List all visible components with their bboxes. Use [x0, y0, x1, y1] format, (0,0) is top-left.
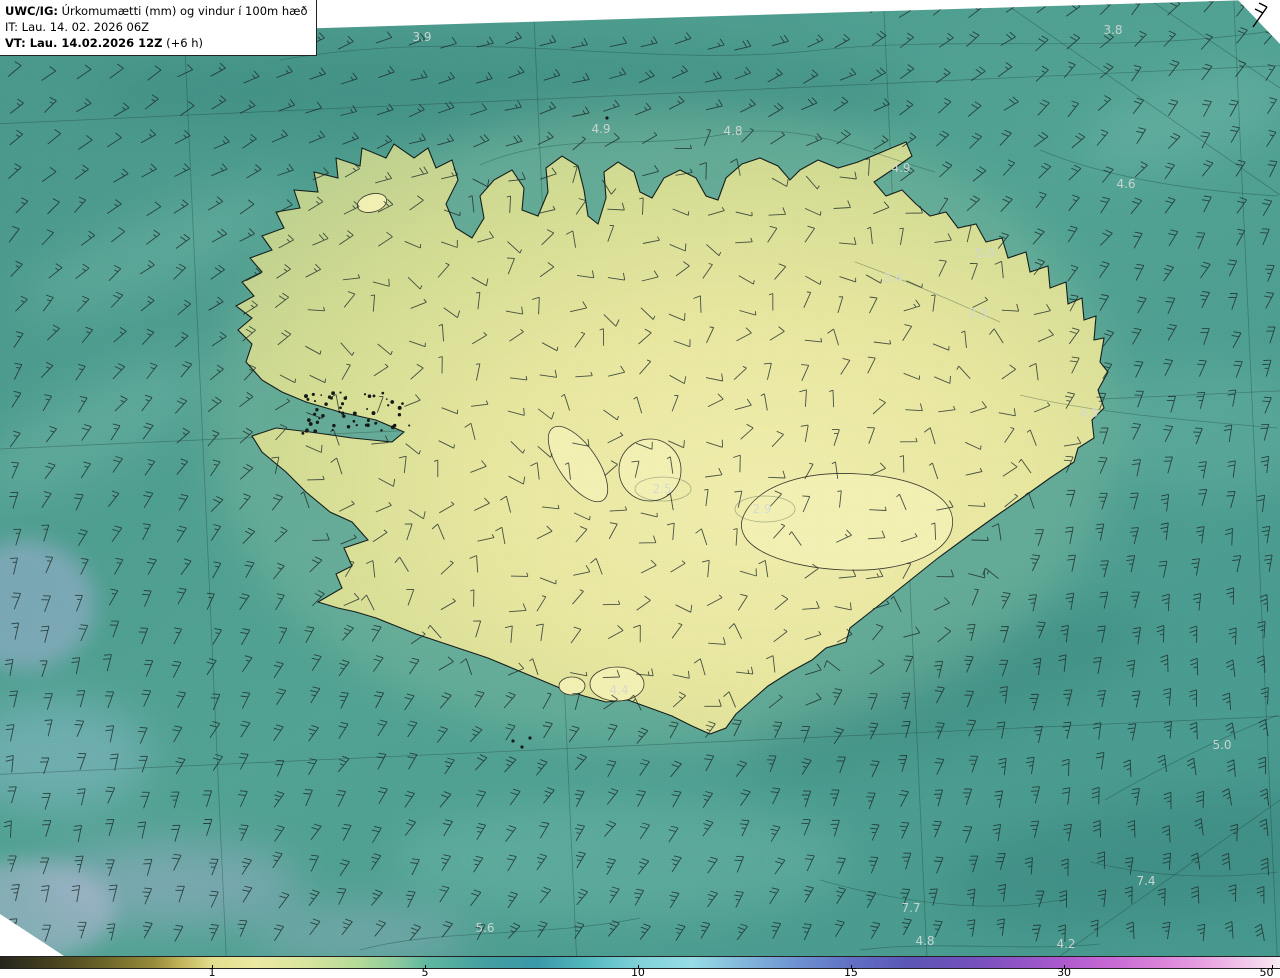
- contour-value-label: 4.9: [891, 161, 910, 175]
- contour-value-label: 3.9: [412, 30, 431, 44]
- map-title-box: UWC/IG: Úrkomumætti (mm) og vindur í 100…: [0, 0, 317, 57]
- contour-value-label: 4.8: [915, 934, 934, 948]
- dither-texture: [0, 0, 1280, 956]
- color-scale-legend: 1 5 10 15 30 50: [0, 956, 1280, 978]
- weather-map: 3.9 3.8 4.9 4.8 4.9 4.6 5.0 2.4 2.3 4.9 2.5 2.9 4.4 5…: [0, 0, 1280, 956]
- contour-value-label: 7.4: [1136, 874, 1155, 888]
- weather-map-viewport: 3.9 3.8 4.9 4.8 4.9 4.6 5.0 2.4 2.3 4.9 2.5 2.9 4.4 5…: [0, 0, 1280, 978]
- legend-tick-label: 1: [208, 966, 216, 978]
- contour-value-label: 5.0: [975, 246, 994, 260]
- init-time-line: IT: Lau. 14. 02. 2026 06Z: [5, 20, 150, 35]
- contour-value-label: 4.9: [1079, 406, 1098, 420]
- legend-tick-label: 30: [1057, 966, 1072, 978]
- contour-value-label: 5.6: [475, 921, 494, 935]
- title-line: UWC/IG: Úrkomumætti (mm) og vindur í 100…: [5, 3, 308, 19]
- legend-tick-label: 15: [843, 966, 858, 978]
- contour-value-label: 4.6: [1116, 177, 1135, 191]
- valid-offset: (+6 h): [166, 36, 203, 51]
- valid-time-line: VT: Lau. 14.02.2026 12Z (+6 h): [5, 35, 308, 51]
- contour-value-label: 4.2: [1056, 937, 1075, 951]
- contour-value-label: 2.5: [652, 482, 671, 496]
- legend-tick-label: 10: [630, 966, 645, 978]
- valid-time: VT: Lau. 14.02.2026 12Z: [5, 36, 163, 51]
- contour-value-label: 7.7: [901, 901, 920, 915]
- contour-value-label: 2.3: [968, 306, 987, 320]
- product-label: UWC/IG:: [5, 4, 58, 18]
- contour-value-label: 2.9: [752, 502, 771, 516]
- contour-value-label: 4.9: [591, 122, 610, 136]
- contour-value-label: 3.8: [1103, 23, 1122, 37]
- contour-value-label: 4.4: [609, 683, 628, 697]
- legend-tick-label: 50: [1259, 966, 1274, 978]
- contour-value-label: 5.0: [1212, 738, 1231, 752]
- product-title: Úrkomumætti (mm) og vindur í 100m hæð: [61, 4, 308, 18]
- contour-value-label: 2.4: [883, 271, 902, 285]
- legend-tick-label: 5: [421, 966, 429, 978]
- contour-value-label: 4.8: [723, 124, 742, 138]
